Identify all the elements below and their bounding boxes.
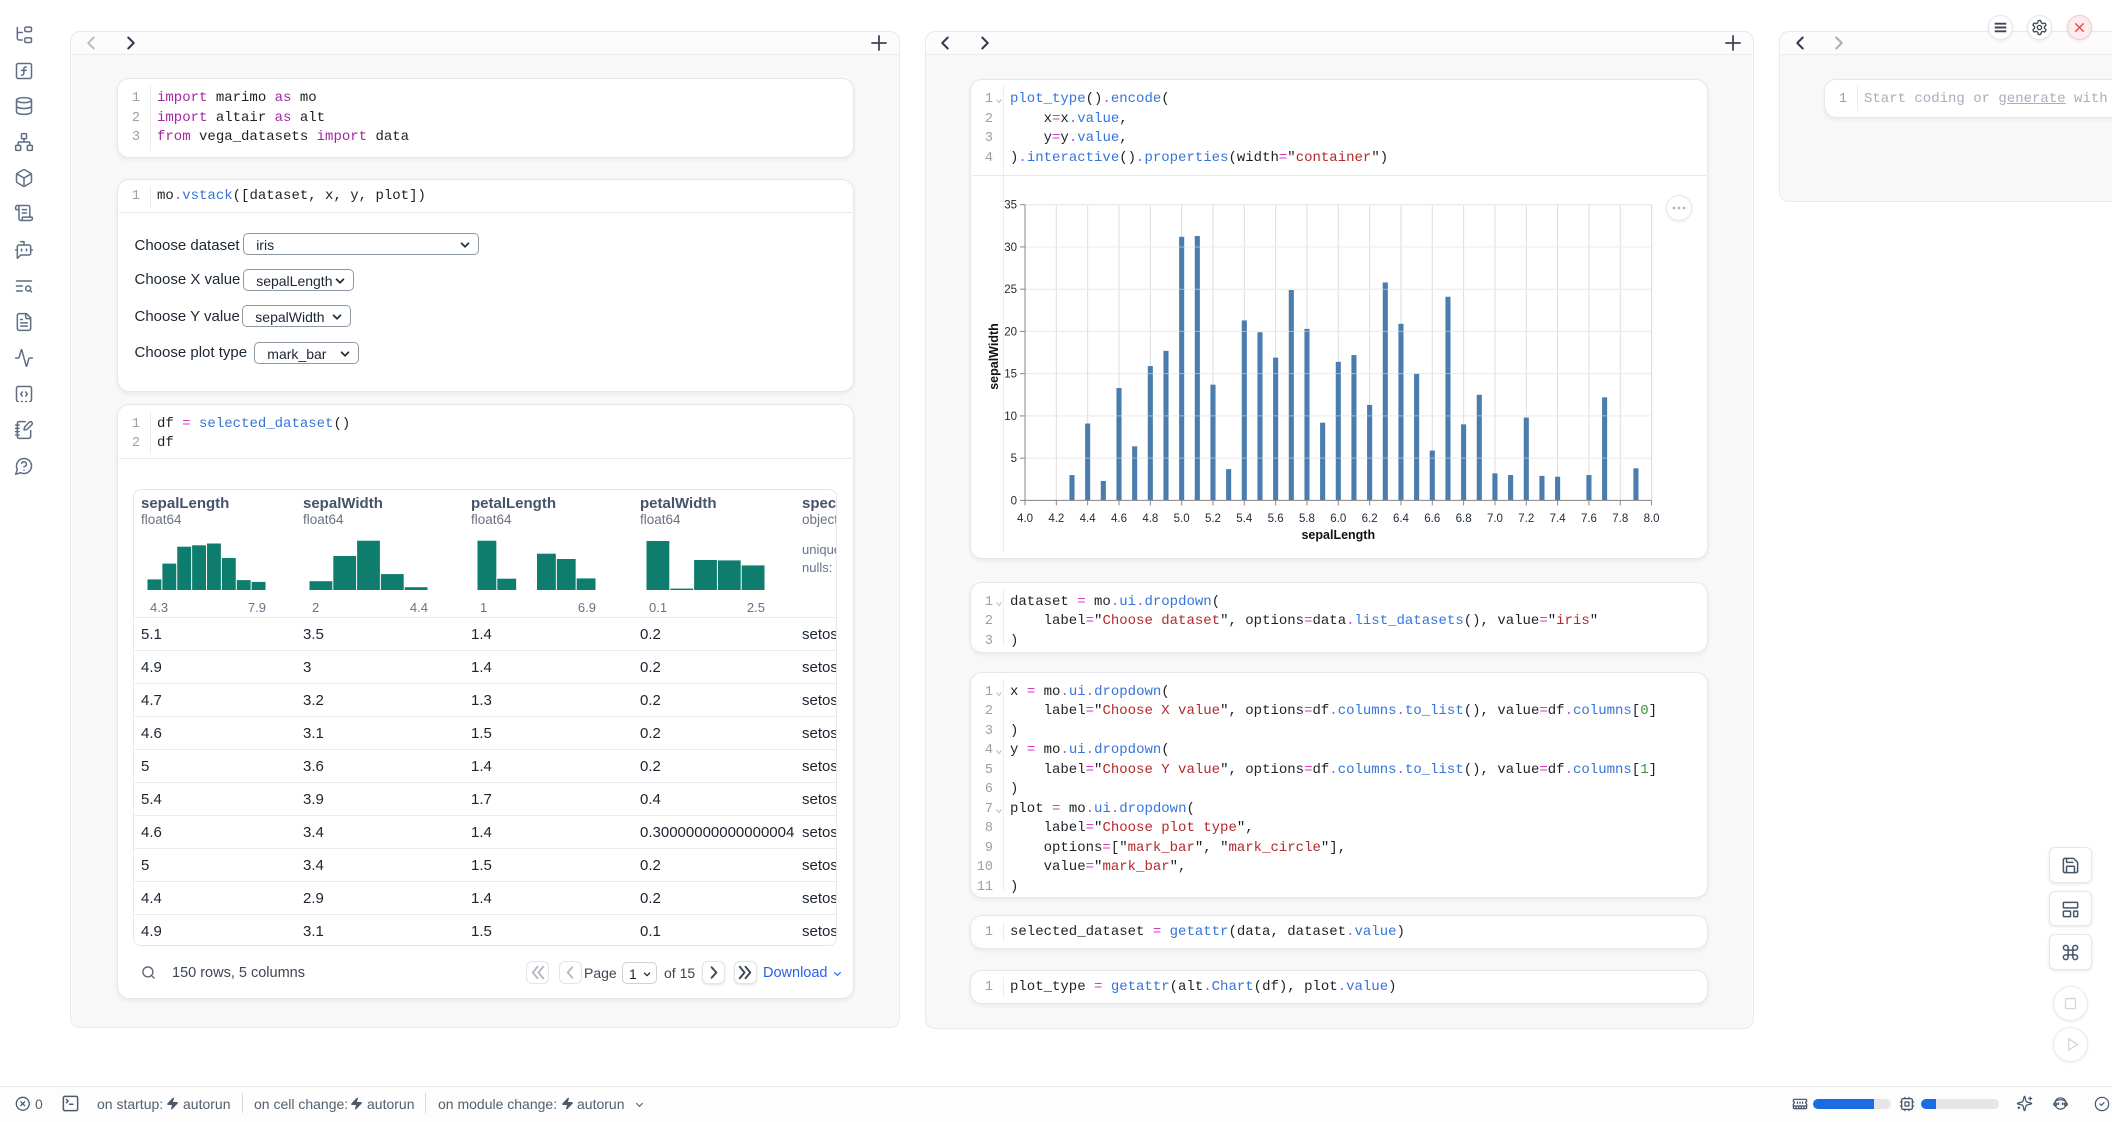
svg-text:4.4: 4.4 — [1080, 513, 1097, 525]
svg-text:5.6: 5.6 — [1268, 513, 1284, 525]
svg-text:20: 20 — [1004, 326, 1017, 338]
svg-text:7.8: 7.8 — [1612, 513, 1628, 525]
svg-text:7.6: 7.6 — [1581, 513, 1597, 525]
svg-text:sepalLength: sepalLength — [1301, 528, 1375, 542]
svg-text:5.4: 5.4 — [1236, 513, 1253, 525]
svg-text:6.8: 6.8 — [1456, 513, 1472, 525]
svg-text:15: 15 — [1004, 369, 1017, 381]
svg-text:35: 35 — [1004, 200, 1017, 212]
svg-text:5.0: 5.0 — [1174, 513, 1190, 525]
svg-text:5: 5 — [1011, 453, 1017, 465]
svg-text:5.8: 5.8 — [1299, 513, 1315, 525]
svg-text:4.2: 4.2 — [1048, 513, 1064, 525]
svg-text:5.2: 5.2 — [1205, 513, 1221, 525]
svg-text:0: 0 — [1011, 495, 1017, 507]
svg-text:4.0: 4.0 — [1017, 513, 1033, 525]
svg-text:6.0: 6.0 — [1330, 513, 1346, 525]
svg-text:7.2: 7.2 — [1518, 513, 1534, 525]
svg-text:10: 10 — [1004, 411, 1017, 423]
svg-text:30: 30 — [1004, 242, 1017, 254]
svg-text:sepalWidth: sepalWidth — [987, 323, 1001, 390]
svg-text:8.0: 8.0 — [1644, 513, 1660, 525]
svg-text:6.2: 6.2 — [1362, 513, 1378, 525]
svg-text:7.0: 7.0 — [1487, 513, 1503, 525]
svg-text:4.6: 4.6 — [1111, 513, 1127, 525]
svg-text:4.8: 4.8 — [1142, 513, 1158, 525]
svg-text:25: 25 — [1004, 284, 1017, 296]
svg-text:6.4: 6.4 — [1393, 513, 1410, 525]
svg-text:6.6: 6.6 — [1424, 513, 1440, 525]
svg-text:7.4: 7.4 — [1550, 513, 1567, 525]
